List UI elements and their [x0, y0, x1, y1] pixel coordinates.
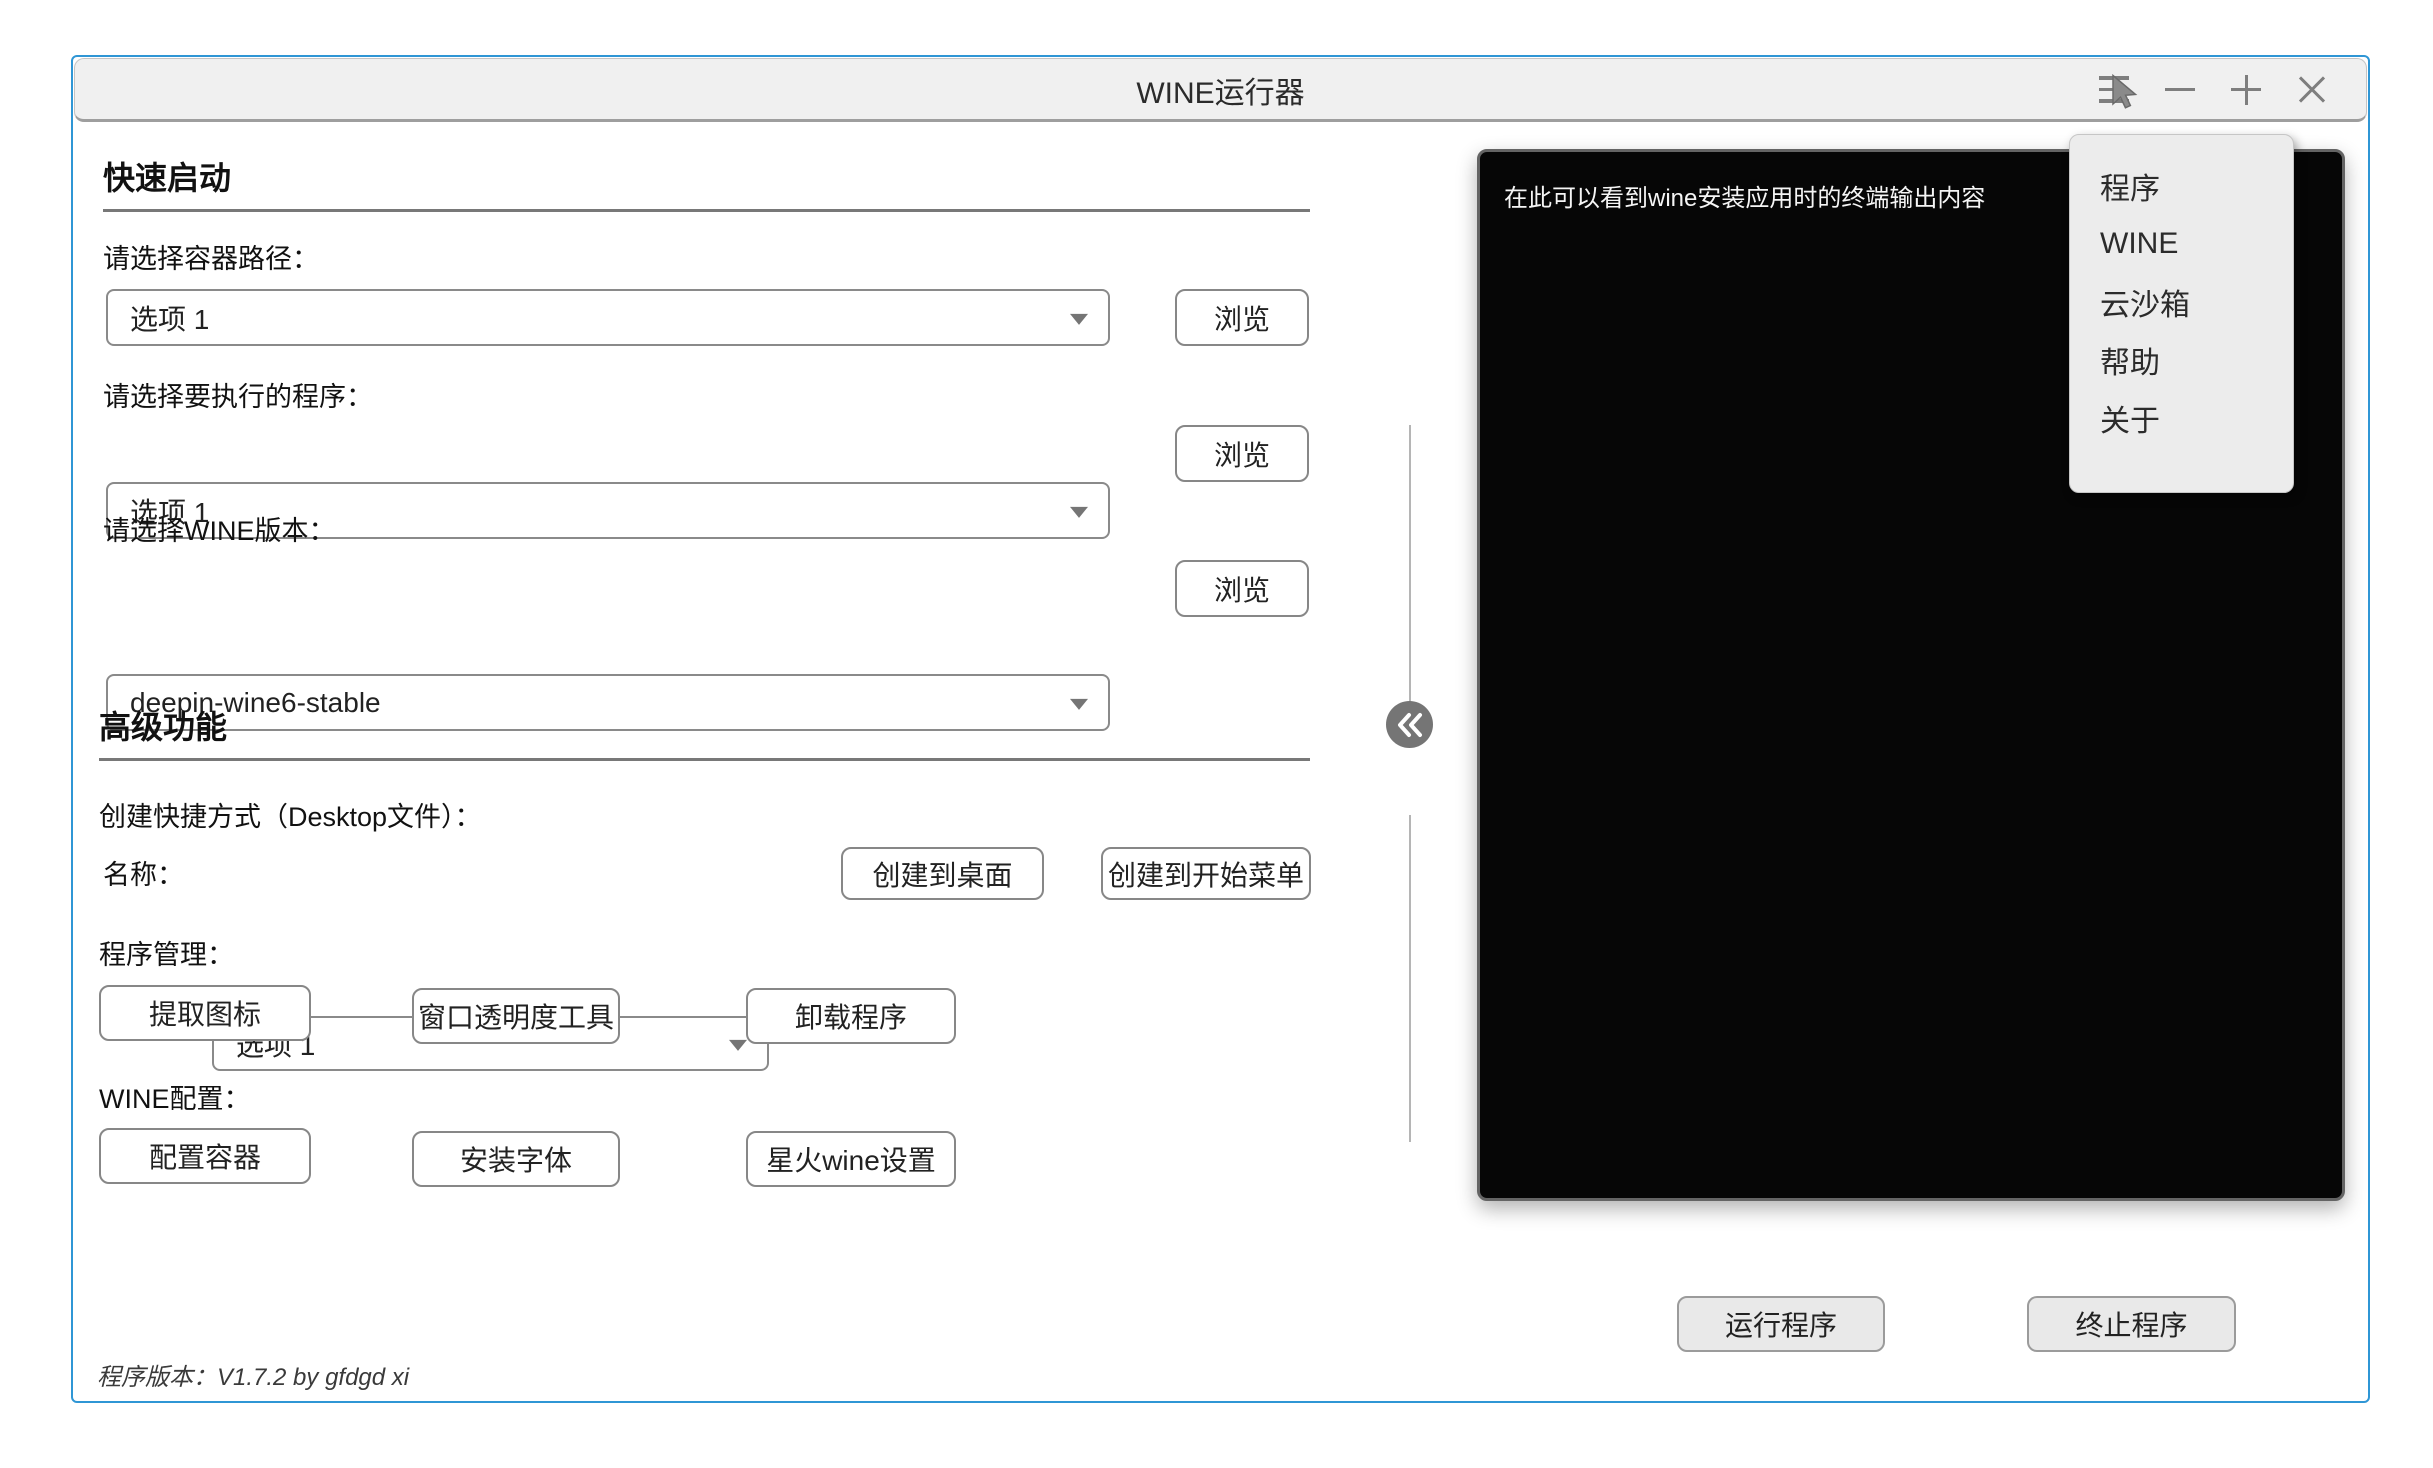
menu-item-about[interactable]: 关于	[2070, 389, 2293, 447]
browse-wine-button[interactable]: 浏览	[1175, 560, 1309, 617]
browse-program-button[interactable]: 浏览	[1175, 425, 1309, 482]
dropdown-arrow-icon	[1070, 506, 1088, 517]
window-title: WINE运行器	[75, 59, 2366, 120]
container-path-select[interactable]: 选项 1	[106, 289, 1110, 346]
program-label: 请选择要执行的程序：	[103, 375, 373, 414]
menu-item-help[interactable]: 帮助	[2070, 331, 2293, 389]
install-fonts-button[interactable]: 安装字体	[412, 1131, 620, 1187]
mouse-cursor-icon	[2110, 74, 2140, 110]
quick-start-divider	[103, 209, 1310, 212]
uninstall-program-button[interactable]: 卸载程序	[746, 988, 956, 1044]
menu-item-sandbox[interactable]: 云沙箱	[2070, 273, 2293, 331]
maximize-button[interactable]	[2228, 72, 2264, 108]
desktop: WINE运行器 快速启动	[0, 0, 2433, 1468]
advanced-heading: 高级功能	[99, 702, 227, 748]
stop-program-button[interactable]: 终止程序	[2027, 1296, 2236, 1352]
dropdown-arrow-icon	[729, 1039, 747, 1050]
main-menu-popup: 程序 WINE 云沙箱 帮助 关于	[2069, 134, 2294, 493]
dropdown-arrow-icon	[1070, 698, 1088, 709]
wine-version-label: 请选择WINE版本：	[103, 509, 336, 548]
run-program-button[interactable]: 运行程序	[1677, 1296, 1885, 1352]
advanced-divider	[99, 758, 1310, 761]
maximize-icon	[2230, 74, 2262, 106]
browse-container-button[interactable]: 浏览	[1175, 289, 1309, 346]
window-opacity-tool-button[interactable]: 窗口透明度工具	[412, 988, 620, 1044]
terminal-placeholder-text: 在此可以看到wine安装应用时的终端输出内容	[1504, 185, 1985, 212]
program-mgmt-label: 程序管理：	[99, 933, 234, 972]
menu-item-wine[interactable]: WINE	[2070, 215, 2293, 273]
menu-button[interactable]	[2096, 72, 2132, 108]
app-version-text: 程序版本：V1.7.2 by gfdgd xi	[97, 1357, 409, 1392]
spark-wine-settings-button[interactable]: 星火wine设置	[746, 1131, 956, 1187]
wine-runner-window: WINE运行器 快速启动	[71, 55, 2370, 1403]
panel-divider-line	[1409, 425, 1411, 747]
wine-version-select[interactable]: deepin-wine6-stable	[106, 674, 1110, 731]
titlebar[interactable]: WINE运行器	[74, 58, 2367, 122]
create-desktop-shortcut-button[interactable]: 创建到桌面	[841, 847, 1044, 900]
container-path-value: 选项 1	[130, 298, 209, 338]
minimize-icon	[2165, 88, 2195, 91]
configure-container-button[interactable]: 配置容器	[99, 1128, 311, 1184]
close-button[interactable]	[2294, 72, 2330, 108]
wine-config-label: WINE配置：	[99, 1077, 251, 1116]
container-path-label: 请选择容器路径：	[103, 237, 319, 276]
chevron-double-left-icon	[1395, 711, 1425, 739]
window-controls	[2096, 59, 2330, 120]
create-startmenu-shortcut-button[interactable]: 创建到开始菜单	[1101, 847, 1311, 900]
menu-item-program[interactable]: 程序	[2070, 157, 2293, 215]
extract-icon-button[interactable]: 提取图标	[99, 985, 311, 1041]
close-icon	[2297, 75, 2327, 105]
panel-divider-line	[1409, 815, 1411, 1142]
quick-start-heading: 快速启动	[103, 153, 231, 199]
shortcut-name-label: 名称：	[103, 845, 184, 900]
collapse-panel-button[interactable]	[1386, 701, 1433, 748]
minimize-button[interactable]	[2162, 72, 2198, 108]
shortcut-label: 创建快捷方式（Desktop文件）：	[99, 795, 482, 834]
dropdown-arrow-icon	[1070, 313, 1088, 324]
